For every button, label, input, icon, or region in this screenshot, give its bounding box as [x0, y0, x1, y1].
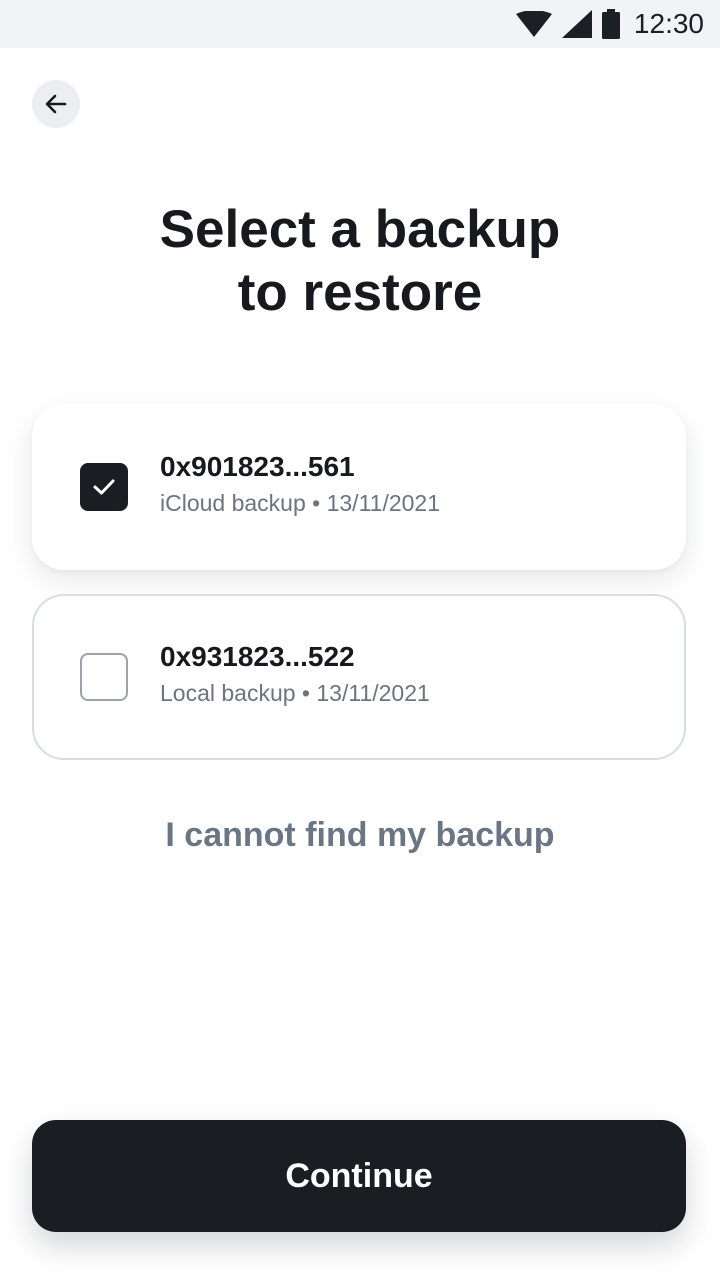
- back-button[interactable]: [32, 80, 80, 128]
- backup-subtitle: iCloud backup • 13/11/2021: [160, 490, 440, 516]
- wifi-icon: [515, 11, 552, 37]
- arrow-left-icon: [45, 94, 67, 114]
- checkmark-icon: [92, 477, 116, 497]
- continue-button[interactable]: Continue: [32, 1120, 686, 1232]
- backup-subtitle: Local backup • 13/11/2021: [160, 680, 430, 706]
- cell-signal-icon: [561, 10, 592, 38]
- page-title-line-1: Select a backup: [159, 200, 561, 259]
- backup-address: 0x931823...522: [160, 641, 355, 672]
- cannot-find-backup-link[interactable]: I cannot find my backup: [0, 816, 720, 855]
- backup-option-icloud[interactable]: 0x901823...561 iCloud backup • 13/11/202…: [32, 404, 686, 570]
- page-title-line-2: to restore: [237, 263, 483, 322]
- backup-option-local[interactable]: 0x931823...522 Local backup • 13/11/2021: [32, 594, 686, 760]
- battery-icon: [601, 9, 620, 39]
- backup-checkbox-unchecked[interactable]: [80, 653, 128, 701]
- status-time: 12:30: [633, 8, 704, 39]
- backup-address: 0x901823...561: [160, 451, 355, 482]
- page-title: Select a backup to restore: [0, 198, 720, 324]
- backup-checkbox-checked[interactable]: [80, 463, 128, 511]
- status-bar: 12:30: [0, 0, 720, 48]
